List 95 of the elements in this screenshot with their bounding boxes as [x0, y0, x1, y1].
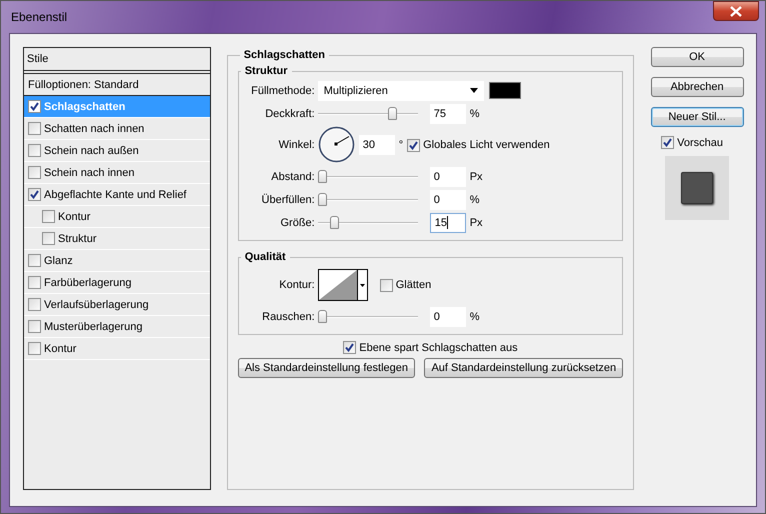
caret-icon	[470, 88, 478, 93]
checkbox[interactable]	[407, 138, 420, 152]
checkbox[interactable]	[28, 254, 41, 267]
unit-label: Px	[470, 216, 483, 228]
checkbox[interactable]	[28, 188, 41, 201]
slider-thumb[interactable]	[318, 310, 327, 322]
slider-track[interactable]	[318, 310, 418, 324]
unit-label: %	[470, 310, 480, 322]
color-swatch[interactable]	[488, 82, 521, 99]
unit-label: %	[470, 194, 480, 206]
checkbox[interactable]	[42, 210, 55, 223]
preview-swatch	[681, 172, 714, 204]
angle-dial[interactable]	[318, 126, 356, 164]
slider-track[interactable]	[318, 192, 418, 206]
field-label: Winkel:	[278, 139, 315, 151]
input-field[interactable]: 30	[358, 135, 395, 155]
contour-picker[interactable]	[318, 269, 368, 301]
checkbox-label: Glätten	[396, 279, 432, 291]
input-field[interactable]: 0	[430, 306, 466, 326]
style-item[interactable]: Schein nach außen	[24, 140, 210, 162]
style-item[interactable]: Schatten nach innen	[24, 118, 210, 140]
field-label: Größe:	[279, 216, 315, 228]
field-label: Kontur:	[278, 279, 315, 291]
slider-thumb[interactable]	[318, 192, 327, 206]
checkbox[interactable]	[28, 276, 41, 289]
blend-mode-dropdown[interactable]: Multiplizieren	[318, 80, 484, 100]
dialog-button[interactable]: Abbrechen	[650, 77, 744, 97]
style-label: Schein nach innen	[44, 166, 135, 178]
style-label: Musterüberlagerung	[44, 320, 142, 332]
input-field[interactable]: 15	[430, 212, 466, 232]
checkbox-label: Globales Licht verwenden	[423, 139, 550, 151]
style-label: Fülloptionen: Standard	[28, 78, 139, 90]
style-label: Kontur	[58, 210, 90, 222]
style-label: Abgeflachte Kante und Relief	[44, 188, 186, 200]
checkbox[interactable]	[380, 278, 393, 292]
field-label: Deckkraft:	[264, 108, 315, 120]
close-icon	[729, 6, 743, 16]
style-item[interactable]: Abgeflachte Kante und Relief	[24, 184, 210, 206]
slider-thumb[interactable]	[318, 170, 327, 182]
style-label: Kontur	[44, 342, 76, 354]
checkbox[interactable]	[28, 320, 41, 333]
style-label: Schatten nach innen	[44, 122, 144, 134]
dialog-button[interactable]: OK	[650, 47, 744, 67]
style-item[interactable]: Kontur	[24, 206, 210, 228]
checkbox[interactable]	[42, 232, 55, 245]
checkbox[interactable]	[28, 122, 41, 135]
style-item[interactable]: Musterüberlagerung	[24, 316, 210, 338]
checkbox-label: Vorschau	[677, 136, 723, 148]
checkbox[interactable]	[343, 341, 356, 354]
default-button[interactable]: Auf Standardeinstellung zurücksetzen	[424, 358, 624, 378]
style-label: Glanz	[44, 254, 73, 266]
checkbox[interactable]	[28, 100, 41, 113]
group-title: Schlagschatten	[242, 49, 326, 61]
slider-track[interactable]	[318, 106, 418, 120]
contour-curve-icon	[318, 270, 357, 300]
style-item[interactable]: Farbüberlagerung	[24, 272, 210, 294]
default-button[interactable]: Als Standardeinstellung festlegen	[238, 358, 415, 378]
unit-label: %	[470, 108, 480, 120]
group-title: Qualität	[244, 251, 287, 263]
slider-thumb[interactable]	[330, 216, 340, 228]
style-label: Farbüberlagerung	[44, 276, 132, 288]
caret-icon	[360, 284, 365, 286]
style-label: Struktur	[58, 232, 97, 244]
field-label: Überfüllen:	[260, 194, 315, 206]
checkbox[interactable]	[28, 166, 41, 179]
list-heading: Stile	[24, 48, 210, 74]
input-field[interactable]: 0	[430, 166, 466, 186]
style-label: Schein nach außen	[44, 144, 139, 156]
checkbox[interactable]	[661, 136, 674, 149]
field-label: Rauschen:	[261, 310, 315, 322]
checkbox[interactable]	[28, 342, 41, 355]
input-field[interactable]: 75	[430, 104, 466, 124]
close-button[interactable]	[713, 1, 759, 21]
style-label: Schlagschatten	[44, 100, 126, 112]
checkbox[interactable]	[28, 144, 41, 157]
unit-label: °	[398, 139, 404, 151]
slider-track[interactable]	[318, 216, 418, 230]
style-item[interactable]: Schein nach innen	[24, 162, 210, 184]
checkbox[interactable]	[28, 298, 41, 311]
dialog-button[interactable]: Neuer Stil...	[650, 107, 744, 127]
style-item[interactable]: Glanz	[24, 250, 210, 272]
input-field[interactable]: 0	[430, 190, 466, 210]
style-label: Verlaufsüberlagerung	[44, 298, 149, 310]
style-item[interactable]: Struktur	[24, 228, 210, 250]
slider-thumb[interactable]	[388, 106, 397, 120]
checkbox-label: Ebene spart Schlagschatten aus	[359, 342, 518, 354]
style-item[interactable]: Kontur	[24, 338, 210, 360]
window-title: Ebenenstil	[11, 10, 68, 24]
dropdown-value: Multiplizieren	[324, 84, 388, 96]
group-title: Struktur	[244, 65, 288, 77]
field-label: Füllmethode:	[250, 84, 315, 96]
unit-label: Px	[470, 170, 483, 182]
style-item[interactable]: Verlaufsüberlagerung	[24, 294, 210, 316]
field-label: Abstand:	[270, 170, 315, 182]
slider-track[interactable]	[318, 170, 418, 184]
